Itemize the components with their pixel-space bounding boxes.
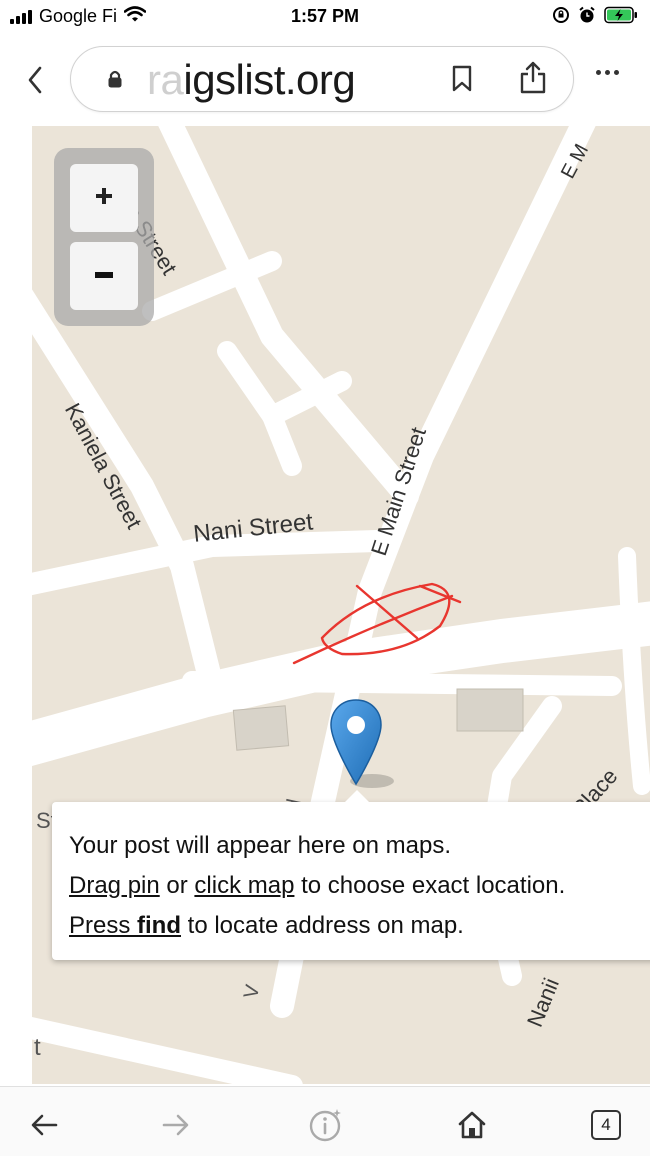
press-find-link[interactable]: Press find bbox=[69, 912, 181, 939]
location-tooltip: Your post will appear here on maps. Drag… bbox=[52, 790, 650, 960]
map-view[interactable]: ion Street E M Kaniela Street Nani Stree… bbox=[32, 126, 650, 1084]
bookmark-icon[interactable] bbox=[451, 65, 473, 98]
tabs-icon[interactable]: 4 bbox=[586, 1105, 626, 1145]
zoom-in-button[interactable] bbox=[70, 164, 138, 232]
home-icon[interactable] bbox=[452, 1105, 492, 1145]
zoom-out-button[interactable] bbox=[70, 242, 138, 310]
press-text: Press bbox=[69, 912, 138, 939]
tooltip-line-1: Your post will appear here on maps. bbox=[69, 832, 452, 859]
drag-pin-link[interactable]: Drag pin bbox=[69, 872, 160, 899]
bottom-toolbar: 4 bbox=[0, 1086, 650, 1156]
info-icon[interactable] bbox=[306, 1105, 346, 1145]
more-icon[interactable] bbox=[596, 70, 619, 75]
find-text: find bbox=[137, 912, 181, 939]
minus-icon bbox=[93, 267, 115, 285]
tooltip-or-text: or bbox=[159, 872, 195, 899]
url-text[interactable]: raigslist.org bbox=[147, 56, 356, 104]
orientation-lock-icon bbox=[552, 6, 570, 29]
lock-icon bbox=[107, 69, 123, 94]
street-label-t: t bbox=[34, 1034, 41, 1061]
status-bar: Google Fi 1:57 PM bbox=[0, 0, 650, 36]
address-bar[interactable]: raigslist.org bbox=[70, 46, 574, 112]
forward-arrow-icon[interactable] bbox=[156, 1105, 196, 1145]
tooltip-arrow bbox=[344, 790, 370, 803]
back-chevron-icon[interactable] bbox=[20, 62, 50, 98]
map-pin-icon[interactable] bbox=[328, 698, 384, 793]
battery-charging-icon bbox=[604, 6, 638, 29]
browser-toolbar: raigslist.org bbox=[0, 40, 650, 120]
zoom-controls bbox=[54, 148, 154, 326]
alarm-icon bbox=[578, 6, 596, 29]
tabs-count: 4 bbox=[591, 1110, 621, 1140]
share-icon[interactable] bbox=[519, 61, 547, 100]
status-right bbox=[552, 6, 638, 29]
back-arrow-icon[interactable] bbox=[24, 1105, 64, 1145]
click-map-link[interactable]: click map bbox=[194, 872, 294, 899]
plus-icon bbox=[93, 185, 115, 212]
url-faded-text: ra bbox=[147, 56, 184, 103]
tooltip-choose-text: to choose exact location. bbox=[294, 872, 566, 899]
tooltip-line-2: Drag pin or click map to choose exact lo… bbox=[69, 866, 650, 906]
url-domain-text: igslist.org bbox=[183, 56, 356, 103]
tooltip-locate-text: to locate address on map. bbox=[181, 912, 464, 939]
tooltip-line-3: Press find to locate address on map. bbox=[69, 906, 650, 946]
